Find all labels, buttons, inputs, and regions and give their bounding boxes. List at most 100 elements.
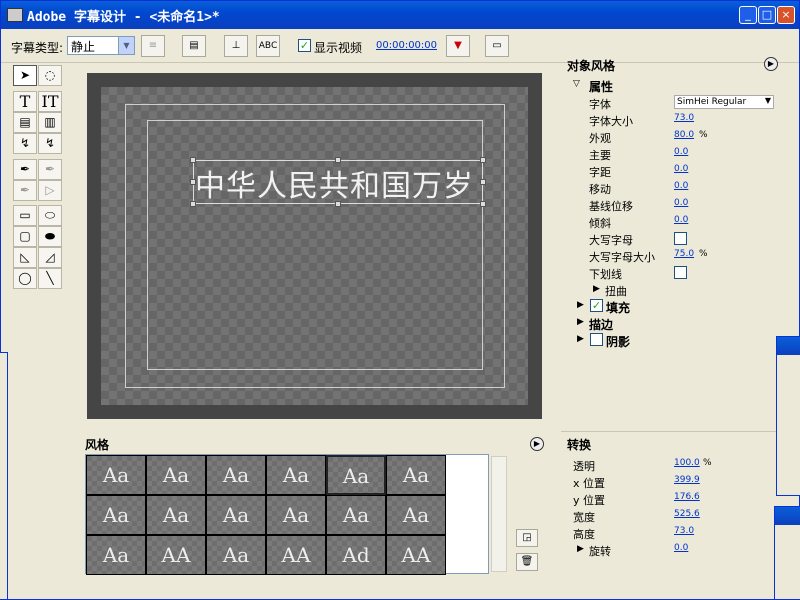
styles-menu-icon[interactable]: ▶ (530, 437, 544, 451)
rounded-rectangle-tool-icon[interactable]: ▢ (13, 226, 37, 247)
property-label: 倾斜 (589, 217, 611, 230)
style-swatch[interactable]: Aa (206, 455, 266, 495)
right-docked-panel[interactable] (776, 336, 800, 496)
window-titlebar[interactable]: Adobe 字幕设计 - <未命名1>* _ □ × (1, 1, 799, 29)
ellipse-tool-icon[interactable]: ⬭ (38, 205, 62, 226)
property-value[interactable]: 0.0 (674, 164, 688, 174)
style-swatch[interactable]: Aa (386, 495, 446, 535)
transform-value[interactable]: 100.0 (674, 458, 700, 468)
style-swatch[interactable]: Aa (386, 455, 446, 495)
style-swatch[interactable]: Aa (266, 495, 326, 535)
resize-handle[interactable] (335, 201, 341, 207)
resize-handle[interactable] (480, 157, 486, 163)
property-value[interactable]: 0.0 (674, 181, 688, 191)
background-video-icon[interactable]: ▭ (485, 35, 509, 57)
clipped-rectangle-tool-icon[interactable]: ⬬ (38, 226, 62, 247)
show-video-checkbox[interactable]: ✓ (298, 39, 311, 52)
title-type-select[interactable]: 静止 ▼ (67, 36, 135, 55)
property-value[interactable]: 0.0 (674, 215, 688, 225)
vertical-area-type-tool-icon[interactable]: ▥ (38, 112, 62, 133)
property-value[interactable]: 75.0 (674, 249, 694, 259)
style-swatch[interactable]: AA (266, 535, 326, 575)
ellipse-outline-tool-icon[interactable]: ◯ (13, 268, 37, 289)
style-swatch[interactable]: Ad (326, 535, 386, 575)
fill-checkbox[interactable]: ✓ (590, 299, 603, 312)
transform-label: 透明 (573, 460, 595, 473)
property-checkbox[interactable] (674, 232, 687, 245)
transform-value[interactable]: 0.0 (674, 543, 688, 553)
rotation-tool-icon[interactable]: ◌ (38, 65, 62, 86)
add-anchor-tool-icon[interactable]: ✒ (38, 159, 62, 180)
type-tool-icon[interactable]: T (13, 91, 37, 112)
delete-style-icon[interactable]: 🗑 (516, 553, 538, 571)
resize-handle[interactable] (190, 157, 196, 163)
path-type-tool-icon[interactable]: ↯ (13, 133, 37, 154)
vertical-path-type-tool-icon[interactable]: ↯ (38, 133, 62, 154)
delete-anchor-tool-icon[interactable]: ✒ (13, 180, 37, 201)
property-value[interactable]: 0.0 (674, 198, 688, 208)
left-docked-panel[interactable] (0, 352, 8, 600)
style-swatch[interactable]: Aa (86, 495, 146, 535)
marker-icon[interactable]: ▼ (446, 35, 470, 57)
property-row: 移动 0.0 (561, 180, 779, 196)
style-swatch[interactable]: Aa (86, 535, 146, 575)
style-swatch[interactable]: Aa (146, 455, 206, 495)
roll-crawl-options-button[interactable]: ≡ (141, 35, 165, 57)
transform-value[interactable]: 525.6 (674, 509, 700, 519)
panel-titlebar (777, 337, 800, 355)
style-swatch[interactable]: Aa (146, 495, 206, 535)
tab-stops-icon[interactable]: ⊥ (224, 35, 248, 57)
styles-scrollbar[interactable] (491, 456, 507, 572)
transform-value[interactable]: 73.0 (674, 526, 694, 536)
close-button[interactable]: × (777, 6, 795, 24)
line-tool-icon[interactable]: ╲ (38, 268, 62, 289)
resize-handle[interactable] (335, 157, 341, 163)
resize-handle[interactable] (480, 179, 486, 185)
property-value[interactable]: 80.0 (674, 130, 694, 140)
rectangle-tool-icon[interactable]: ▭ (13, 205, 37, 226)
expand-triangle-icon[interactable]: ▶ (577, 334, 584, 344)
transform-value[interactable]: 176.6 (674, 492, 700, 502)
fill-section-label: 填充 (606, 301, 631, 315)
arc-tool-icon[interactable]: ◿ (38, 247, 62, 268)
expand-triangle-icon[interactable]: ▶ (577, 544, 584, 554)
object-style-menu-icon[interactable]: ▶ (764, 57, 778, 71)
drawing-area[interactable]: 中华人民共和国万岁 (77, 63, 556, 431)
style-swatch[interactable]: Aa (326, 455, 386, 495)
transform-value[interactable]: 399.9 (674, 475, 700, 485)
minimize-button[interactable]: _ (739, 6, 757, 24)
style-swatch[interactable]: Aa (206, 495, 266, 535)
resize-handle[interactable] (190, 201, 196, 207)
style-swatch[interactable]: AA (386, 535, 446, 575)
expand-triangle-icon[interactable]: ▶ (593, 284, 600, 294)
property-label: 字距 (589, 166, 611, 179)
selection-tool-icon[interactable]: ➤ (13, 65, 37, 86)
shadow-checkbox[interactable] (590, 333, 603, 346)
expand-triangle-icon[interactable]: ▽ (573, 79, 580, 89)
pen-tool-icon[interactable]: ✒ (13, 159, 37, 180)
property-value[interactable]: 0.0 (674, 147, 688, 157)
style-swatch[interactable]: Aa (266, 455, 326, 495)
expand-triangle-icon[interactable]: ▶ (577, 300, 584, 310)
area-type-tool-icon[interactable]: ▤ (13, 112, 37, 133)
property-value[interactable]: 73.0 (674, 113, 694, 123)
new-style-icon[interactable]: ◲ (516, 529, 538, 547)
title-canvas[interactable]: 中华人民共和国万岁 (101, 87, 528, 405)
resize-handle[interactable] (190, 179, 196, 185)
style-swatch[interactable]: AA (146, 535, 206, 575)
templates-icon[interactable]: ▤ (182, 35, 206, 57)
style-swatch[interactable]: Aa (206, 535, 266, 575)
style-swatch[interactable]: Aa (326, 495, 386, 535)
convert-anchor-tool-icon[interactable]: ▷ (38, 180, 62, 201)
timecode-display[interactable]: 00:00:00:00 (376, 40, 437, 51)
right-docked-panel-2[interactable] (774, 506, 800, 600)
wedge-tool-icon[interactable]: ◺ (13, 247, 37, 268)
resize-handle[interactable] (480, 201, 486, 207)
style-swatch[interactable]: Aa (86, 455, 146, 495)
font-select[interactable]: SimHei Regular ▼ (674, 95, 774, 109)
expand-triangle-icon[interactable]: ▶ (577, 317, 584, 327)
property-checkbox[interactable] (674, 266, 687, 279)
vertical-type-tool-icon[interactable]: IT (38, 91, 62, 112)
maximize-button[interactable]: □ (758, 6, 776, 24)
text-style-button[interactable]: ABC (256, 35, 280, 57)
